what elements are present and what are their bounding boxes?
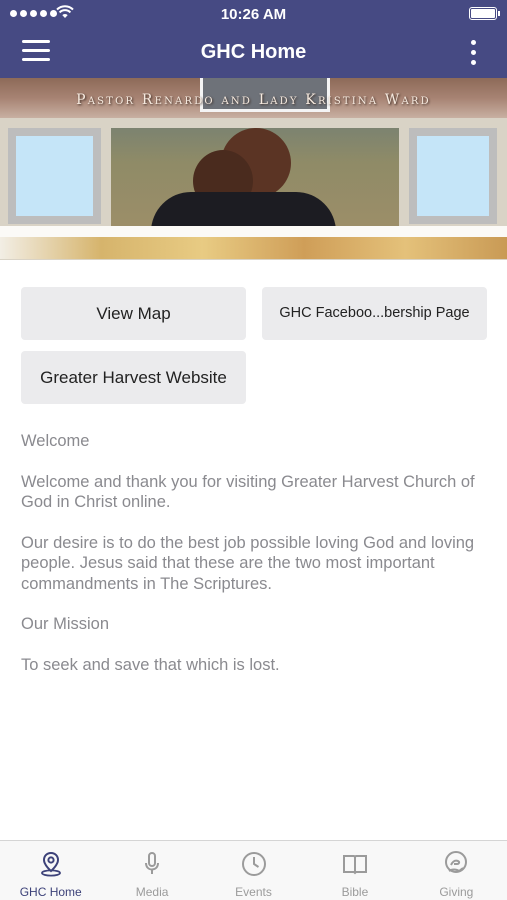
banner-frame-left (8, 128, 101, 224)
book-icon (342, 855, 367, 875)
tab-events[interactable]: Events (203, 841, 304, 900)
view-map-button[interactable]: View Map (21, 287, 246, 340)
banner-caption: Pastor Renardo and Lady Kristina Ward (76, 92, 431, 108)
giving-hand-icon (445, 851, 468, 873)
tab-bar: GHC Home Media Events Bible Giving (0, 840, 507, 900)
battery-icon (469, 7, 500, 20)
welcome-text: Welcome and thank you for visiting Great… (21, 472, 475, 512)
tab-media[interactable]: Media (101, 841, 202, 900)
page-title: GHC Home (200, 41, 307, 63)
tab-label: Events (235, 885, 272, 899)
tab-bible[interactable]: Bible (304, 841, 405, 900)
pastor-couple-photo (111, 128, 399, 226)
tab-ghc-home[interactable]: GHC Home (0, 841, 101, 900)
tab-label: Giving (439, 885, 474, 899)
status-time: 10:26 AM (220, 6, 287, 23)
location-pin-icon (40, 851, 61, 877)
mission-text: To seek and save that which is lost. (21, 655, 280, 674)
welcome-content: Welcome Welcome and thank you for visiti… (21, 431, 491, 695)
tab-label: Media (135, 885, 169, 899)
more-vertical-icon[interactable] (467, 40, 479, 68)
tab-label: GHC Home (19, 885, 82, 899)
mission-heading: Our Mission (21, 615, 110, 633)
navigation-bar: GHC Home (0, 28, 507, 78)
tab-giving[interactable]: Giving (406, 841, 507, 900)
website-button[interactable]: Greater Harvest Website (21, 351, 246, 404)
clock-icon (241, 852, 266, 876)
welcome-heading: Welcome (21, 432, 90, 450)
banner-frame-right (409, 128, 497, 224)
status-bar: 10:26 AM (0, 0, 507, 28)
desire-text: Our desire is to do the best job possibl… (21, 533, 475, 593)
microphone-icon (145, 852, 160, 874)
pastor-banner-image: Pastor Renardo and Lady Kristina Ward (0, 78, 507, 260)
facebook-membership-button[interactable]: GHC Faceboo...bership Page (262, 287, 487, 340)
tab-label: Bible (341, 885, 369, 899)
